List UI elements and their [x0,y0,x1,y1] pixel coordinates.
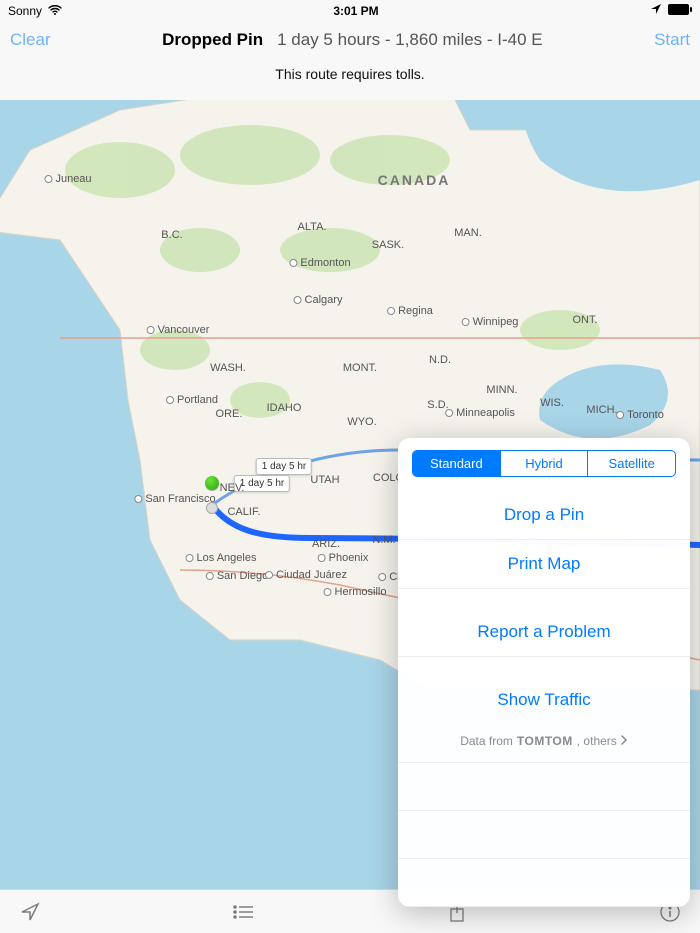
label-juneau: Juneau [44,173,91,185]
section-gap [398,588,690,608]
label-edmonton: Edmonton [289,257,350,269]
map-options-popover: Standard Hybrid Satellite Drop a Pin Pri… [398,438,690,907]
title-destination: Dropped Pin [162,30,263,50]
label-la: Los Angeles [186,552,257,564]
label-sask: SASK. [372,239,404,251]
label-phoenix: Phoenix [318,552,369,564]
label-ciudad: Ciudad Juárez [265,569,347,581]
attr-suffix: , others [577,734,617,748]
label-ariz: ARIZ. [312,538,340,550]
label-calgary: Calgary [294,294,343,306]
section-gap [398,656,690,676]
label-bc: B.C. [161,229,182,241]
wifi-icon [48,4,62,18]
chevron-right-icon [621,734,628,748]
show-traffic-button[interactable]: Show Traffic [398,676,690,724]
label-idaho: IDAHO [267,402,302,414]
label-toronto: Toronto [616,409,664,421]
clear-button[interactable]: Clear [10,30,51,50]
nav-bar: Clear Dropped Pin 1 day 5 hours - 1,860 … [0,20,700,60]
label-wash: WASH. [210,362,246,374]
map-type-segmented: Standard Hybrid Satellite [412,450,676,477]
data-attribution[interactable]: Data from TOMTOM , others [398,724,690,762]
label-man: MAN. [454,227,482,239]
label-sd-city: San Diego [206,570,268,582]
drop-pin-button[interactable]: Drop a Pin [398,491,690,539]
label-sf: San Francisco [134,493,215,505]
label-utah: UTAH [310,474,339,486]
battery-icon [668,4,692,18]
label-nm: N.M. [372,534,395,546]
label-minn: MINN. [486,384,517,396]
attr-prefix: Data from [460,734,513,748]
label-calif: CALIF. [227,506,260,518]
label-winnipeg: Winnipeg [462,316,519,328]
title-summary: 1 day 5 hours - 1,860 miles - I-40 E [277,30,543,50]
route-tooltip-a[interactable]: 1 day 5 hr [256,458,312,475]
toll-notice: This route requires tolls. [0,66,700,82]
seg-satellite[interactable]: Satellite [587,451,675,476]
label-canada: CANADA [378,172,451,188]
start-button[interactable]: Start [654,30,690,50]
directions-list-button[interactable] [231,900,255,924]
status-bar: Sonny 3:01 PM [0,0,700,20]
label-nev: NEV. [220,482,245,494]
report-problem-button[interactable]: Report a Problem [398,608,690,656]
print-map-button[interactable]: Print Map [398,539,690,588]
label-mont: MONT. [343,362,377,374]
attr-brand: TOMTOM [517,734,573,748]
seg-standard[interactable]: Standard [413,451,500,476]
label-minneapolis: Minneapolis [445,407,515,419]
label-wyo: WYO. [347,416,376,428]
label-wis: WIS. [540,397,564,409]
label-alta: ALTA. [298,221,327,233]
start-pin-icon [205,476,219,490]
label-mich: MICH. [586,404,617,416]
location-services-icon [650,3,662,18]
label-portland: Portland [166,394,218,406]
label-regina: Regina [387,305,433,317]
label-ont: ONT. [572,314,597,326]
route-title: Dropped Pin 1 day 5 hours - 1,860 miles … [162,30,543,50]
clock: 3:01 PM [333,4,378,18]
carrier-label: Sonny [8,4,42,18]
label-hermosillo: Hermosillo [324,586,387,598]
label-vancouver: Vancouver [147,324,210,336]
locate-me-button[interactable] [18,900,42,924]
seg-hybrid[interactable]: Hybrid [500,451,588,476]
empty-rows [398,762,690,907]
label-nd: N.D. [429,354,451,366]
label-ore: ORE. [216,408,243,420]
